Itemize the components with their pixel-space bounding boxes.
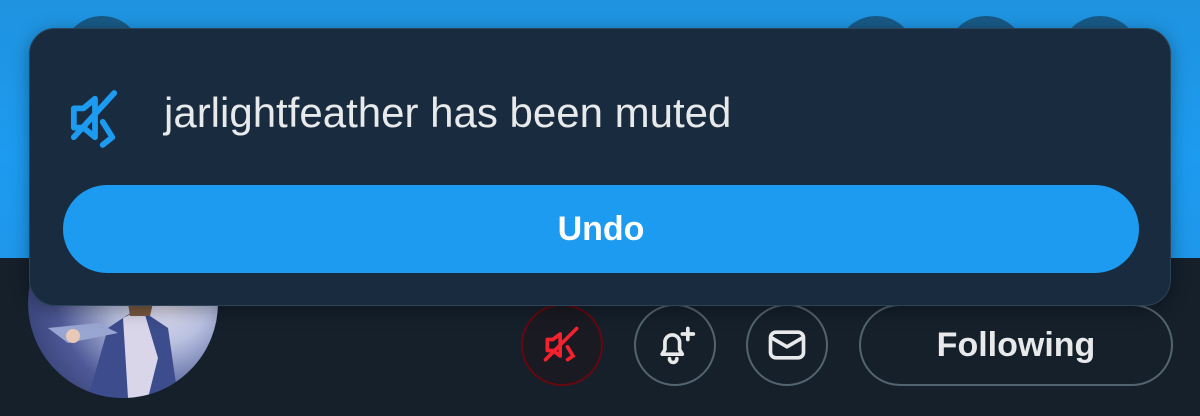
mute-icon [70, 90, 118, 148]
mute-toast: jarlightfeather has been muted Undo [29, 28, 1171, 306]
message-envelope-icon [768, 330, 806, 360]
screen: Following jarlightfeather has been muted… [0, 0, 1200, 416]
notifications-button[interactable] [634, 304, 716, 386]
toast-message: jarlightfeather has been muted [164, 89, 732, 136]
undo-button[interactable]: Undo [63, 185, 1139, 273]
mute-icon [543, 326, 579, 362]
notification-bell-add-icon [660, 326, 696, 365]
message-button[interactable] [746, 304, 828, 386]
unmute-button[interactable] [521, 304, 603, 386]
following-button[interactable]: Following [859, 304, 1173, 386]
